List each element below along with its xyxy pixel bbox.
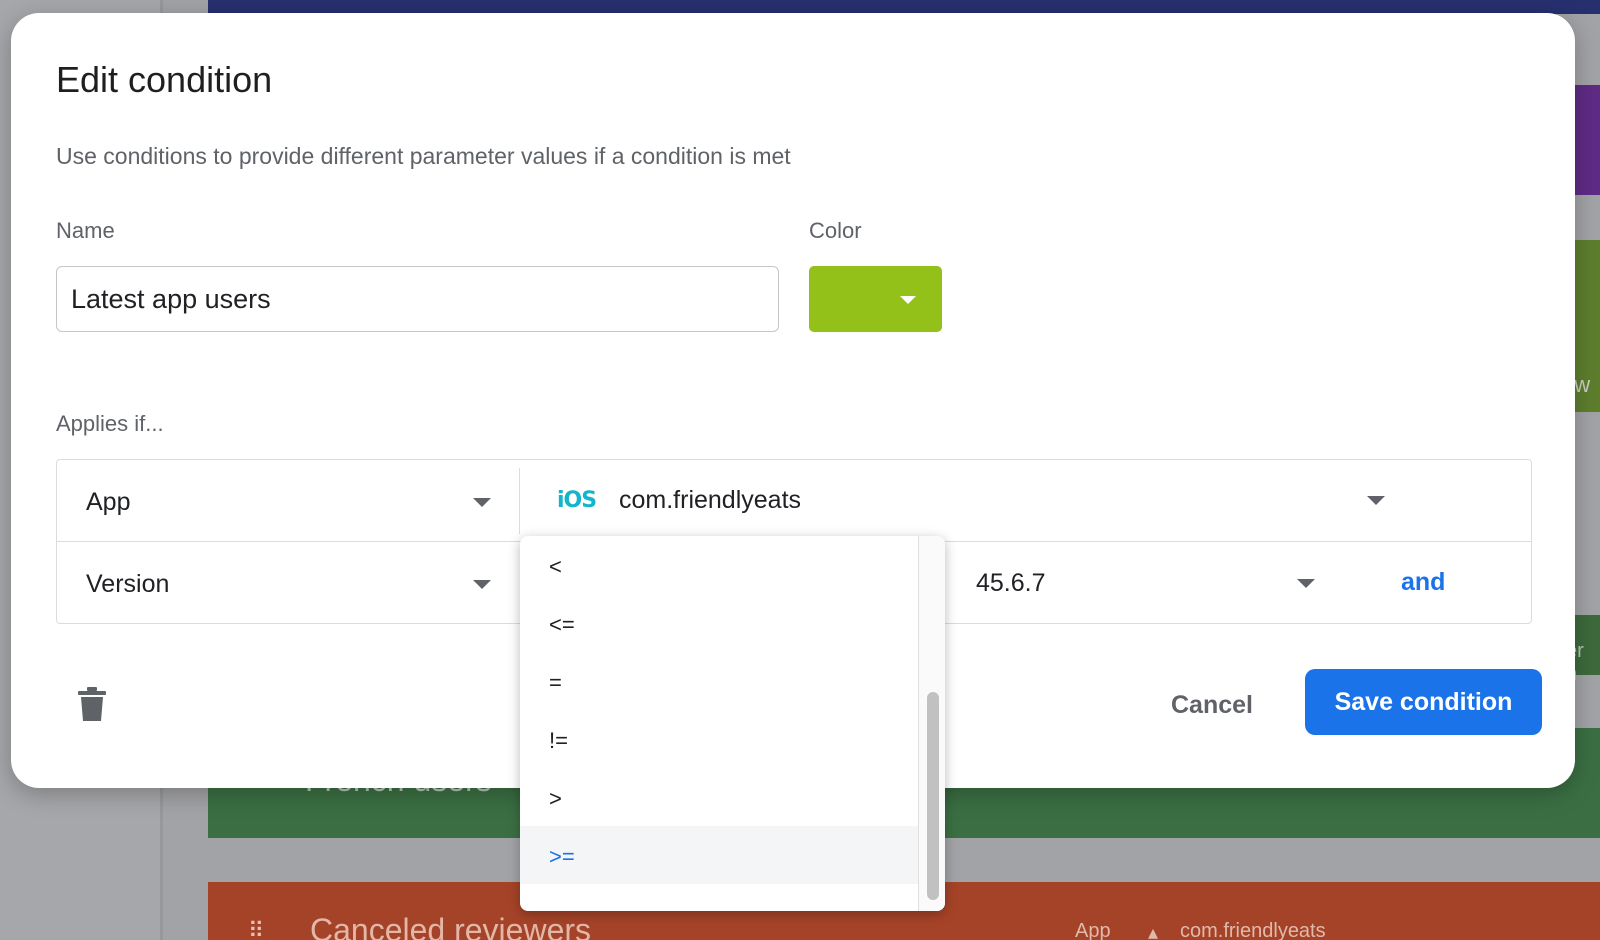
operator-option[interactable]: <=	[520, 594, 918, 652]
operator-dropdown: < <= = != > >=	[520, 536, 945, 911]
background-app-value: com.friendlyeats	[1180, 920, 1326, 940]
rule-type-select[interactable]: App	[57, 460, 519, 541]
operator-option-label: <=	[549, 612, 575, 637]
dropdown-scrollbar-thumb[interactable]	[927, 692, 939, 900]
dropdown-scrollbar-track[interactable]	[918, 536, 945, 911]
dialog-title: Edit condition	[56, 59, 273, 100]
operator-option-label: >=	[549, 844, 575, 869]
dropdown-arrow-icon	[1297, 579, 1315, 588]
rule-type-select[interactable]: Version	[57, 542, 519, 624]
app-select[interactable]: iOS com.friendlyeats	[520, 460, 1385, 541]
cancel-button[interactable]: Cancel	[1161, 681, 1263, 729]
background-condition-name: Canceled reviewers	[310, 912, 592, 940]
delete-icon[interactable]	[77, 686, 107, 727]
operator-option-label: <	[549, 554, 562, 579]
name-label: Name	[56, 218, 115, 243]
dialog-subtitle: Use conditions to provide different para…	[56, 143, 791, 169]
operator-option-selected[interactable]: >=	[520, 826, 918, 884]
rule-type-value: App	[86, 488, 131, 516]
version-value: 45.6.7	[976, 569, 1046, 597]
color-label: Color	[809, 218, 862, 243]
operator-option-label: =	[549, 670, 562, 695]
drag-handle-icon: ⠿	[248, 918, 266, 940]
dropdown-arrow-icon	[473, 498, 491, 507]
add-and-condition-link[interactable]: and	[1401, 568, 1445, 597]
applies-if-label: Applies if...	[56, 411, 164, 436]
condition-name-input[interactable]	[56, 266, 779, 332]
operator-option[interactable]: !=	[520, 710, 918, 768]
operator-option[interactable]: =	[520, 652, 918, 710]
background-app-label: App	[1075, 920, 1111, 940]
app-value: com.friendlyeats	[619, 486, 802, 514]
save-condition-button[interactable]: Save condition	[1305, 669, 1542, 735]
condition-rule-app: App iOS com.friendlyeats	[57, 460, 1531, 542]
rule-type-value: Version	[86, 570, 170, 598]
version-select[interactable]: 45.6.7	[947, 542, 1347, 624]
chevron-down-icon	[900, 296, 916, 304]
dropdown-arrow-icon	[1367, 496, 1385, 505]
color-picker-button[interactable]	[809, 266, 942, 332]
operator-option[interactable]: <	[520, 536, 918, 594]
background-bar-navy	[208, 0, 1600, 14]
ios-icon: iOS	[557, 488, 597, 513]
operator-option-label: >	[549, 786, 562, 811]
operator-option[interactable]: >	[520, 768, 918, 826]
operator-option-label: !=	[549, 728, 568, 753]
android-icon: ▴	[1148, 922, 1159, 940]
dropdown-arrow-icon	[473, 580, 491, 589]
